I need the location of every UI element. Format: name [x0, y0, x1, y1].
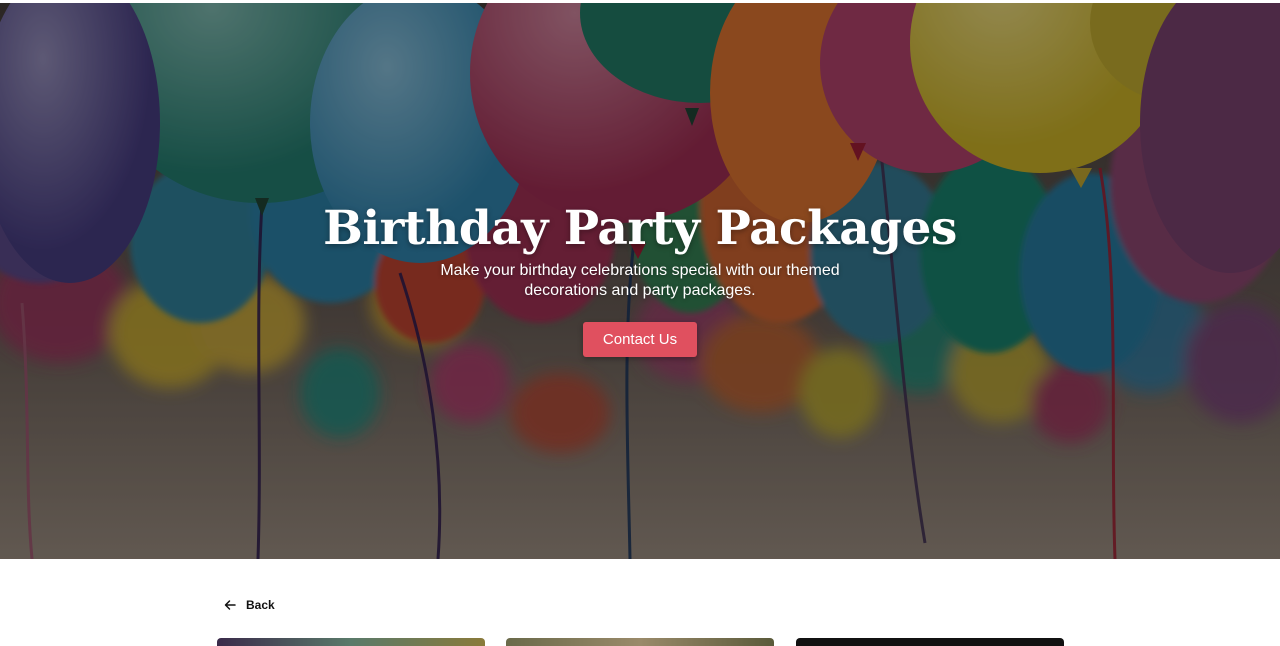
hero-content: Birthday Party Packages Make your birthd…	[0, 3, 1280, 559]
hero-banner: Birthday Party Packages Make your birthd…	[0, 3, 1280, 559]
arrow-left-icon	[224, 600, 236, 610]
back-label: Back	[246, 598, 275, 612]
package-card-1[interactable]	[217, 638, 485, 646]
package-card-3[interactable]	[796, 638, 1064, 646]
package-card-2[interactable]	[506, 638, 774, 646]
page-title: Birthday Party Packages	[323, 201, 957, 256]
hero-subtitle: Make your birthday celebrations special …	[440, 262, 840, 299]
contact-us-button[interactable]: Contact Us	[583, 322, 697, 357]
back-button[interactable]: Back	[223, 596, 275, 614]
